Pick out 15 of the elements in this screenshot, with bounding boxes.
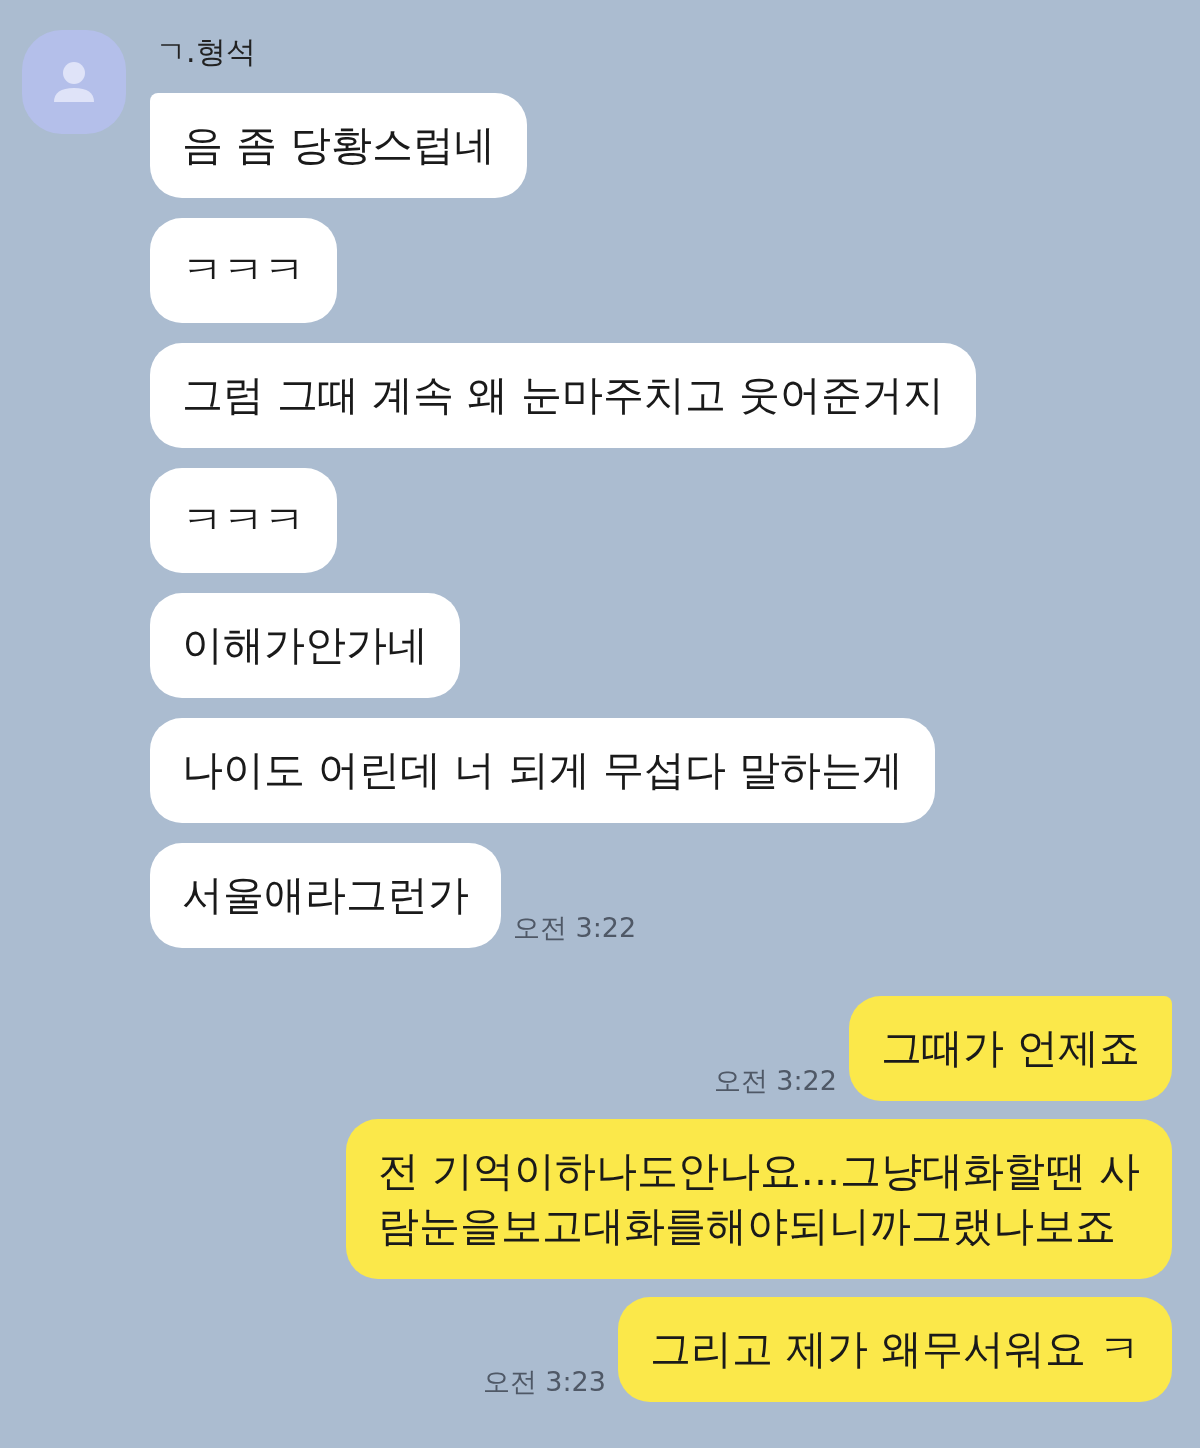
message-time: 오전 3:22 xyxy=(713,1064,837,1098)
message-bubble: 나이도 어린데 너 되게 무섭다 말하는게 xyxy=(150,718,936,823)
message-time: 오전 3:23 xyxy=(482,1365,606,1399)
message-bubble: 그때가 언제죠 xyxy=(848,996,1172,1101)
avatar[interactable] xyxy=(22,30,126,134)
message-bubble: 음 좀 당황스럽네 xyxy=(150,93,528,198)
message-time: 오전 3:22 xyxy=(513,911,637,945)
message-bubble: 이해가안가네 xyxy=(150,593,460,698)
message-bubble: 전 기억이하나도안나요...그냥대화할땐 사 람눈을보고대화를해야되니까그랬나보죠 xyxy=(345,1119,1172,1279)
message-bubble: 서울애라그런가 xyxy=(150,843,501,948)
message-bubble: ㅋㅋㅋ xyxy=(150,468,337,573)
message-bubble: ㅋㅋㅋ xyxy=(150,218,337,323)
message-bubble: 그럼 그때 계속 왜 눈마주치고 웃어준거지 xyxy=(150,343,977,448)
message-bubble: 그리고 제가 왜무서워요 ㅋ xyxy=(617,1297,1172,1402)
sender-name: ㄱ.형석 xyxy=(156,33,257,71)
